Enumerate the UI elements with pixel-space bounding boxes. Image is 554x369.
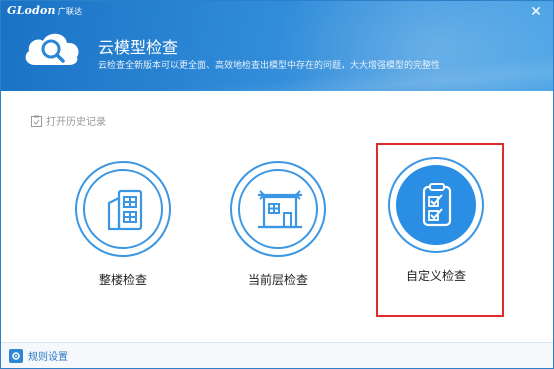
dialog-title: 云模型检查 <box>98 38 179 57</box>
brand-logo: GLodon 广联达 <box>7 4 83 17</box>
cloud-check-dialog: GLodon 广联达 ✕ 云模型检查 云检查全新版本可以更全面、高效地检查出模型中… <box>0 0 554 369</box>
whole-building-check-label: 整楼检查 <box>98 273 147 287</box>
rule-settings-button[interactable]: 规则设置 <box>9 348 68 363</box>
history-label: 打开历史记录 <box>46 117 106 128</box>
dialog-footer: 规则设置 <box>1 342 553 368</box>
dialog-subtitle: 云检查全新版本可以更全面、高效地检查出模型中存在的问题，大大增强模型的完整性 <box>98 61 441 71</box>
current-floor-check-option[interactable]: 当前层检查 <box>223 161 333 288</box>
floor-icon <box>258 190 302 229</box>
selection-highlight <box>376 143 504 317</box>
whole-building-check-option[interactable]: 整楼检查 <box>68 161 178 288</box>
current-floor-check-label: 当前层检查 <box>247 273 308 287</box>
cloud-search-icon <box>25 33 79 65</box>
dialog-header: GLodon 广联达 ✕ 云模型检查 云检查全新版本可以更全面、高效地检查出模型中… <box>1 1 553 91</box>
close-icon[interactable]: ✕ <box>529 5 543 19</box>
open-history-link[interactable]: 打开历史记录 <box>31 113 106 128</box>
rule-settings-label: 规则设置 <box>28 352 68 363</box>
gear-icon <box>9 348 23 363</box>
building-icon <box>107 189 143 231</box>
clipboard-icon <box>31 115 42 127</box>
